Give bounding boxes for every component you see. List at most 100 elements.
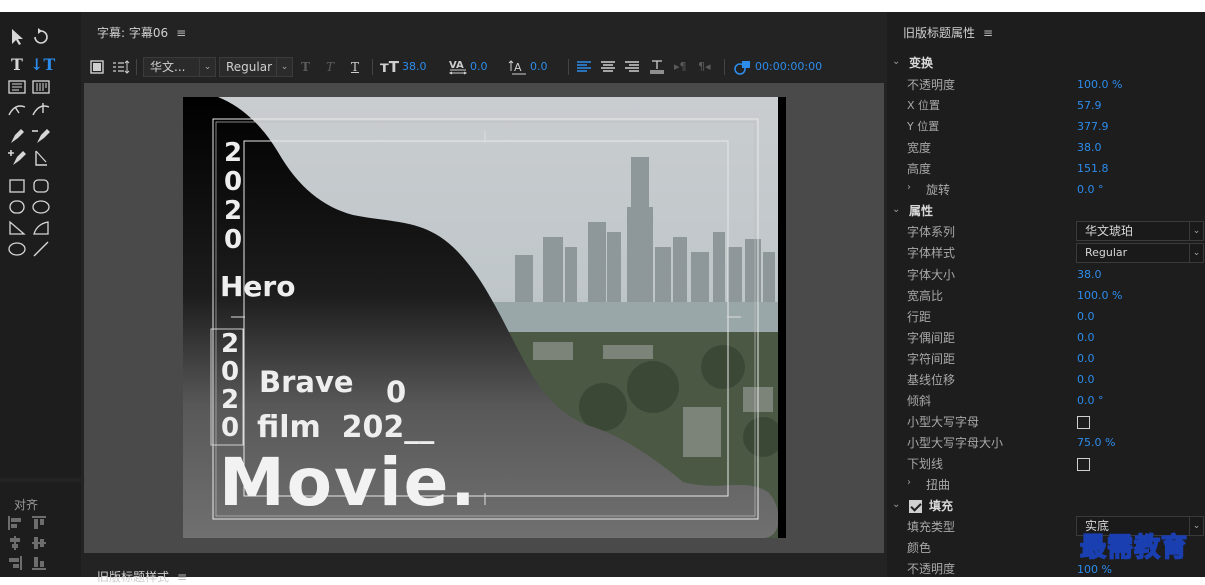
- title-canvas[interactable]: 2 0 2 0 Hero 2 0 2 0 Brave 0 film 202__ …: [183, 97, 786, 538]
- font-size-icon: тT: [380, 58, 399, 76]
- italic-icon[interactable]: T: [326, 57, 334, 77]
- vertical-year-bottom[interactable]: 2 0 2 0: [219, 330, 241, 442]
- leading-value[interactable]: 0.0: [1077, 310, 1095, 323]
- delete-anchor-point-tool-icon[interactable]: [30, 126, 52, 146]
- year-digit: 0: [220, 357, 240, 387]
- fill-checkbox[interactable]: [909, 500, 922, 513]
- path-type-tool-icon[interactable]: [6, 99, 28, 119]
- slant-value[interactable]: 0.0 °: [1077, 394, 1104, 407]
- baseline-shift-icon: A: [508, 57, 528, 77]
- add-anchor-point-tool-icon[interactable]: [6, 148, 28, 168]
- aspect-value[interactable]: 100.0 %: [1077, 289, 1122, 302]
- panel-menu-icon[interactable]: ≡: [176, 26, 186, 40]
- convert-anchor-point-tool-icon[interactable]: [30, 148, 52, 168]
- vertical-year-top[interactable]: 2 0 2 0: [222, 139, 244, 255]
- chevron-down-icon[interactable]: ⌄: [892, 56, 900, 67]
- underline-checkbox[interactable]: [1077, 458, 1090, 471]
- align-left-icon[interactable]: [8, 516, 24, 530]
- properties-section-label[interactable]: 属性: [909, 202, 933, 219]
- x-position-value[interactable]: 57.9: [1077, 99, 1102, 112]
- opacity-value[interactable]: 100.0 %: [1077, 78, 1122, 91]
- vertical-path-type-tool-icon[interactable]: [30, 99, 52, 119]
- panel-menu-icon[interactable]: ≡: [177, 570, 187, 584]
- rotation-value[interactable]: 0.0 °: [1077, 183, 1104, 196]
- show-background-video-icon[interactable]: [732, 57, 752, 77]
- font-family-dropdown[interactable]: 华文琥珀 ⌄: [1076, 221, 1204, 241]
- rounded-rectangle-tool-icon[interactable]: [30, 176, 52, 196]
- selection-tool-icon[interactable]: [6, 27, 28, 47]
- zero-text[interactable]: 0: [386, 375, 406, 409]
- font-family-value: 华文...: [150, 60, 186, 74]
- type-tool-icon[interactable]: T: [6, 55, 28, 75]
- timecode-value[interactable]: 00:00:00:00: [755, 57, 822, 77]
- film-text[interactable]: film 202__: [257, 410, 434, 445]
- kerning-icon: VA: [448, 57, 468, 77]
- align-horizontal-center-icon[interactable]: [8, 536, 24, 550]
- font-size-value[interactable]: 38.0: [402, 57, 427, 77]
- align-text-center-icon[interactable]: [600, 57, 616, 77]
- movie-text[interactable]: Movie.: [219, 443, 478, 523]
- baseline-shift-value[interactable]: 0.0: [530, 57, 548, 77]
- brave-text[interactable]: Brave: [259, 365, 354, 399]
- vertical-type-tool-icon[interactable]: ↓T: [30, 55, 55, 75]
- transform-section-label[interactable]: 变换: [909, 54, 933, 71]
- clipped-corner-rectangle-tool-icon[interactable]: [6, 197, 28, 217]
- kerning-value[interactable]: 0.0: [470, 57, 488, 77]
- rectangle-tool-icon[interactable]: [6, 176, 28, 196]
- chevron-right-icon[interactable]: ›: [907, 182, 911, 193]
- justify-text-icon[interactable]: [648, 57, 666, 77]
- font-family-select[interactable]: 华文... ⌄: [143, 57, 216, 77]
- fill-opacity-label: 不透明度: [907, 562, 956, 576]
- tab-stops-icon[interactable]: [112, 57, 130, 77]
- pen-tool-icon[interactable]: [6, 126, 28, 146]
- chevron-right-icon[interactable]: ›: [907, 477, 911, 488]
- small-caps-size-value[interactable]: 75.0 %: [1077, 436, 1115, 449]
- align-text-left-icon[interactable]: [576, 57, 592, 77]
- height-value[interactable]: 151.8: [1077, 162, 1109, 175]
- rotation-tool-icon[interactable]: [30, 27, 52, 47]
- title-properties-tab[interactable]: 旧版标题属性 ≡: [903, 24, 993, 41]
- insert-logo-into-text-icon[interactable]: ¶◂: [698, 57, 711, 77]
- leading-label: 行距: [907, 310, 932, 324]
- hero-text[interactable]: Hero: [220, 270, 295, 303]
- fill-section-label[interactable]: 填充: [929, 497, 953, 514]
- rounded-corner-rectangle-tool-icon[interactable]: [30, 197, 52, 217]
- vertical-area-type-tool-icon[interactable]: [30, 77, 52, 97]
- width-value[interactable]: 38.0: [1077, 141, 1102, 154]
- fill-opacity-value[interactable]: 100 %: [1077, 563, 1112, 576]
- align-vertical-center-icon[interactable]: [32, 536, 48, 550]
- chevron-down-icon[interactable]: ⌄: [892, 204, 900, 215]
- title-properties-tab-label: 旧版标题属性: [903, 26, 976, 40]
- baseline-shift-label: 基线位移: [907, 373, 956, 387]
- ellipse-tool-icon[interactable]: [6, 239, 28, 259]
- font-size-value[interactable]: 38.0: [1077, 268, 1102, 281]
- font-style-select[interactable]: Regular ⌄: [219, 57, 293, 77]
- baseline-shift-value[interactable]: 0.0: [1077, 373, 1095, 386]
- chevron-down-icon: ⌄: [276, 58, 292, 76]
- tracking-value[interactable]: 0.0: [1077, 352, 1095, 365]
- align-bottom-icon[interactable]: [32, 556, 48, 570]
- background-video-toggle-icon[interactable]: [90, 57, 104, 77]
- title-designer-tab[interactable]: 字幕: 字幕06 ≡: [97, 24, 186, 41]
- kerning-value[interactable]: 0.0: [1077, 331, 1095, 344]
- y-position-value[interactable]: 377.9: [1077, 120, 1109, 133]
- wedge-tool-icon[interactable]: [6, 218, 28, 238]
- align-top-icon[interactable]: [32, 516, 48, 530]
- small-caps-checkbox[interactable]: [1077, 416, 1090, 429]
- insert-logo-icon[interactable]: ▸¶: [674, 57, 687, 77]
- underline-icon[interactable]: T: [351, 57, 359, 77]
- title-designer-tab-label: 字幕: 字幕06: [97, 26, 169, 40]
- chevron-down-icon[interactable]: ⌄: [892, 499, 900, 510]
- font-style-dropdown[interactable]: Regular ⌄: [1076, 243, 1204, 263]
- area-type-tool-icon[interactable]: [6, 77, 28, 97]
- premiere-legacy-title-window: T ↓T 对齐 字幕: 字幕06 ≡ 华文... ⌄ Regular ⌄ T T…: [0, 12, 1205, 584]
- align-panel-title: 对齐: [14, 498, 39, 512]
- align-text-right-icon[interactable]: [624, 57, 640, 77]
- line-tool-icon[interactable]: [30, 239, 52, 259]
- year-digit: 0: [223, 225, 243, 255]
- arc-tool-icon[interactable]: [30, 218, 52, 238]
- panel-menu-icon[interactable]: ≡: [983, 26, 993, 40]
- tracking-label: 字符间距: [907, 352, 956, 366]
- bold-icon[interactable]: T: [301, 57, 310, 77]
- align-right-icon[interactable]: [8, 556, 24, 570]
